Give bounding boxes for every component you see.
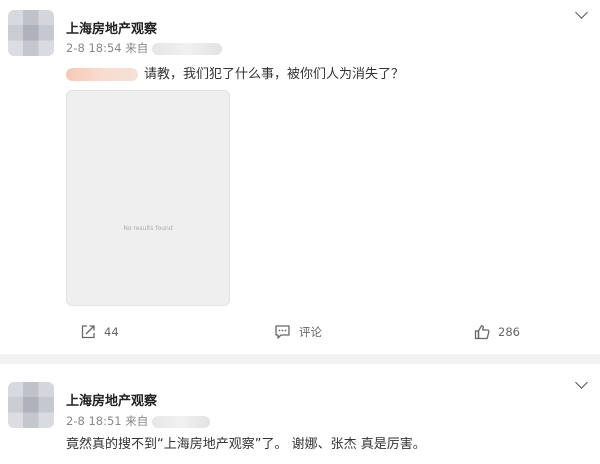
action-bar: 44 评论 286 [0,318,600,348]
author-name[interactable]: 上海房地产观察 [66,390,157,409]
post-time[interactable]: 2-8 18:54 [66,41,122,55]
author-name[interactable]: 上海房地产观察 [66,18,157,37]
thumbs-up-icon [474,325,490,340]
comment-button[interactable]: 评论 [274,324,322,340]
chevron-down-icon[interactable] [575,6,588,19]
repost-button[interactable]: 44 [80,324,119,340]
weibo-post: 上海房地产观察 2-8 18:51 来自 竟然真的搜不到“上海房地产观察”了。 … [0,364,600,464]
source-blurred [151,42,222,55]
post-meta: 2-8 18:51 来自 [66,413,210,429]
source-prefix: 来自 [125,414,149,428]
post-image[interactable]: No results found [66,90,230,306]
source-prefix: 来自 [125,41,149,55]
post-meta: 2-8 18:54 来自 [66,40,222,56]
post-text-line: 请教，我们犯了什么事，被你们人为消失了？ [66,63,404,82]
comment-label: 评论 [299,325,322,339]
like-button[interactable]: 286 [474,324,520,340]
post-text: 竟然真的搜不到“上海房地产观察”了。 谢娜、张杰 真是厉害。 [66,437,426,452]
post-separator [0,354,600,364]
comment-icon [275,325,290,339]
avatar[interactable] [8,382,54,428]
repost-count: 44 [104,325,119,339]
post-time[interactable]: 2-8 18:51 [66,414,122,428]
chevron-down-icon[interactable] [575,376,588,389]
image-caption: No results found [123,225,173,232]
repost-icon [81,325,95,339]
avatar[interactable] [8,10,54,56]
like-count: 286 [498,325,520,339]
weibo-post: 上海房地产观察 2-8 18:54 来自 请教，我们犯了什么事，被你们人为消失了… [0,0,600,354]
mention-blurred[interactable] [66,68,138,81]
source-blurred [151,415,210,428]
post-text: 请教，我们犯了什么事，被你们人为消失了？ [144,67,405,82]
